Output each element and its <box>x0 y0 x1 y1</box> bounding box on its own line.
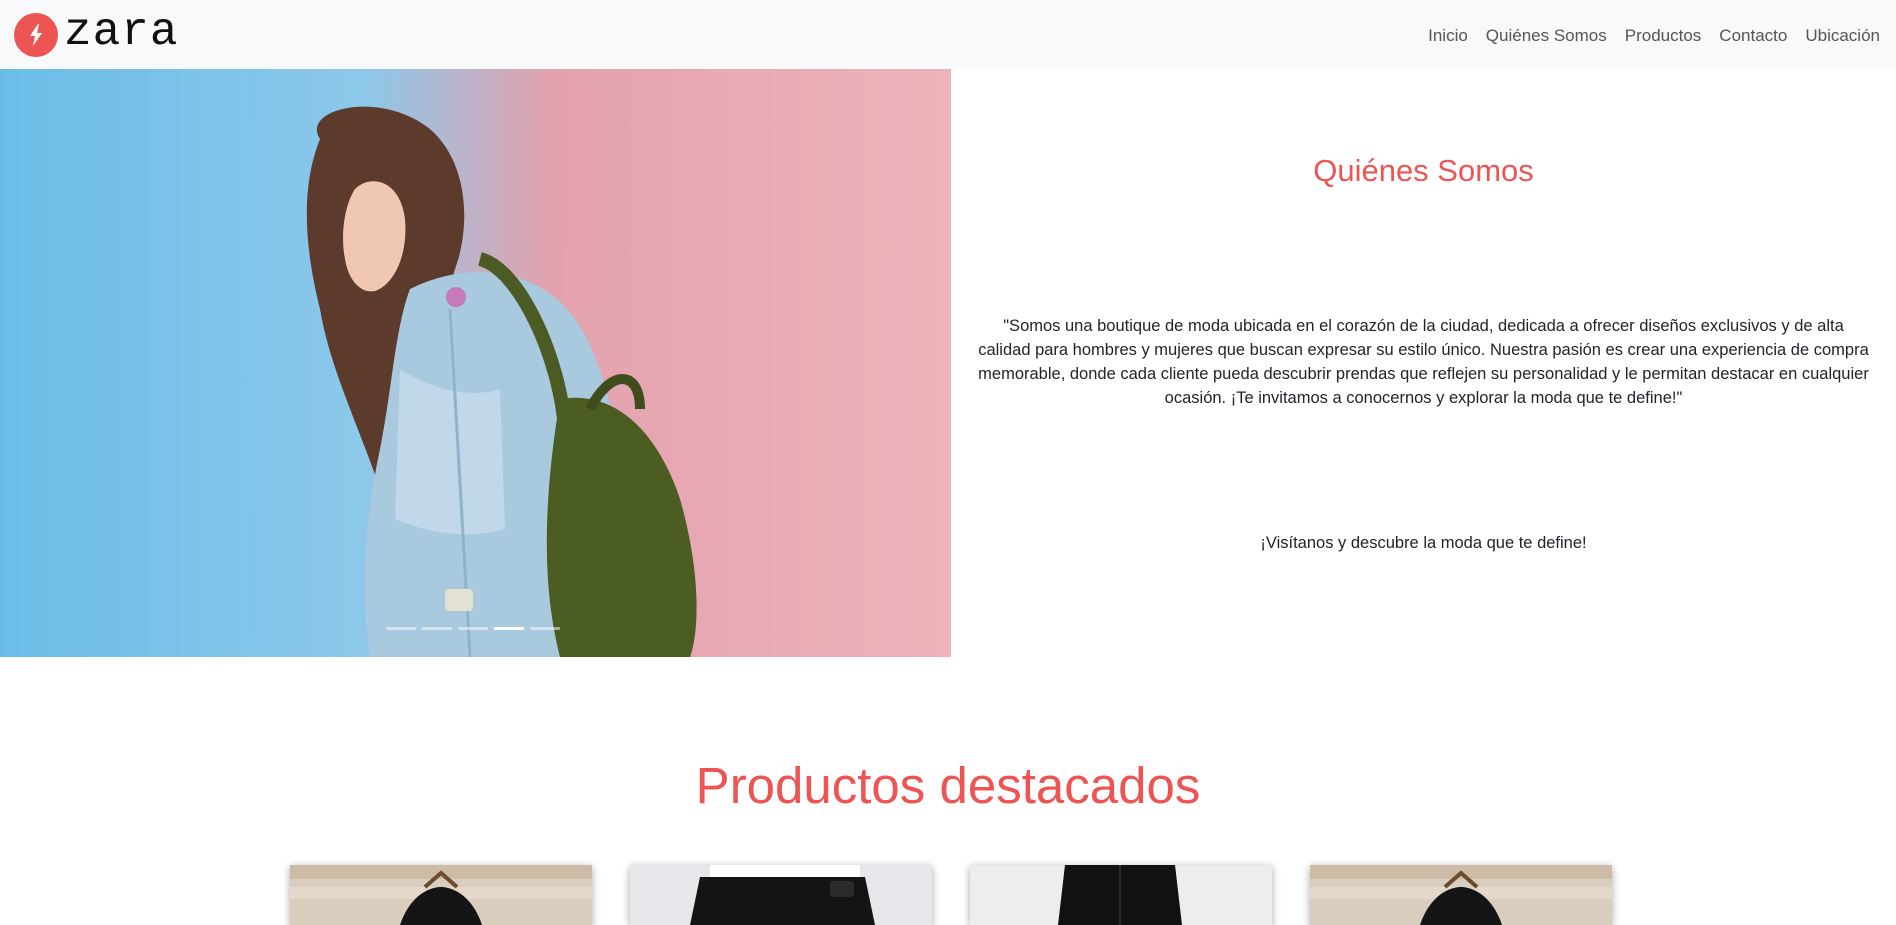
nav-link-ubicacion[interactable]: Ubicación <box>1805 26 1880 46</box>
nav-links: Inicio Quiénes Somos Productos Contacto … <box>1428 26 1880 46</box>
product-card-4[interactable] <box>1310 865 1612 925</box>
product-card-1[interactable] <box>290 865 592 925</box>
nav-link-productos[interactable]: Productos <box>1625 26 1702 46</box>
about-title: Quiénes Somos <box>1313 153 1534 188</box>
hero-section: Quiénes Somos "Somos una boutique de mod… <box>0 69 1896 657</box>
carousel-slide-image <box>306 106 697 657</box>
navbar: zara Inicio Quiénes Somos Productos Cont… <box>0 0 1896 69</box>
product-image <box>630 865 932 925</box>
product-card-3[interactable] <box>970 865 1272 925</box>
brand-link[interactable]: zara <box>14 9 178 57</box>
product-image <box>1310 865 1612 925</box>
carousel-indicator-4[interactable] <box>494 627 524 630</box>
lightning-bolt-icon <box>14 12 58 57</box>
about-section: Quiénes Somos "Somos una boutique de mod… <box>951 69 1896 657</box>
hero-carousel[interactable] <box>0 69 951 657</box>
product-grid <box>290 865 1612 925</box>
carousel-indicator-5[interactable] <box>530 627 560 630</box>
about-text: "Somos una boutique de moda ubicada en e… <box>978 317 1869 407</box>
nav-link-inicio[interactable]: Inicio <box>1428 26 1468 46</box>
product-image <box>290 865 592 925</box>
product-image <box>970 865 1272 925</box>
carousel-indicator-2[interactable] <box>422 627 452 630</box>
carousel-indicator-3[interactable] <box>458 627 488 630</box>
brand-name: zara <box>64 5 179 58</box>
products-section: Productos destacados <box>0 657 1896 925</box>
nav-link-quienes-somos[interactable]: Quiénes Somos <box>1486 26 1607 46</box>
nav-link-contacto[interactable]: Contacto <box>1719 26 1787 46</box>
about-cta: ¡Visítanos y descubre la moda que te def… <box>1260 534 1587 552</box>
product-card-2[interactable] <box>630 865 932 925</box>
products-title: Productos destacados <box>695 757 1201 814</box>
carousel-indicators <box>386 627 560 630</box>
carousel-indicator-1[interactable] <box>386 627 416 630</box>
